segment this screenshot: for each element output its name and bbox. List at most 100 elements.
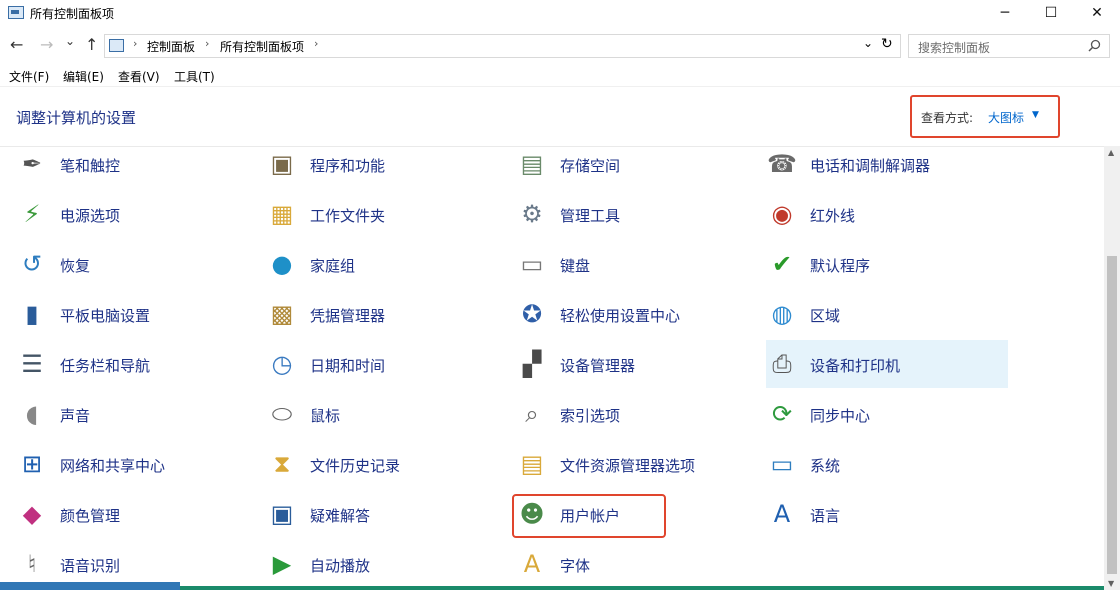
control-panel-item-label: 文件历史记录 bbox=[310, 457, 401, 475]
file-history-icon: ⧗ bbox=[273, 450, 291, 478]
control-panel-item[interactable]: ● 家庭组 bbox=[266, 240, 508, 288]
control-panel-item[interactable]: ▣ 疑难解答 bbox=[266, 490, 508, 538]
menu-bar: 文件(F) 编辑(E) 查看(V) 工具(T) bbox=[0, 64, 1120, 86]
up-arrow-icon[interactable]: ↑ bbox=[85, 35, 98, 54]
control-panel-item-label: 语音识别 bbox=[60, 557, 121, 575]
highlight-annotation bbox=[512, 494, 666, 538]
system-icon: ▭ bbox=[770, 450, 794, 478]
default-programs-icon: ✔ bbox=[771, 250, 793, 278]
scrollbar-thumb[interactable] bbox=[1107, 256, 1117, 574]
programs-icon: ▣ bbox=[270, 150, 294, 178]
control-panel-item[interactable]: ⌕ 索引选项 bbox=[516, 390, 758, 438]
control-panel-item[interactable]: ▞ 设备管理器 bbox=[516, 340, 758, 388]
control-panel-item[interactable]: ▣ 程序和功能 bbox=[266, 140, 508, 188]
control-panel-item-label: 任务栏和导航 bbox=[60, 357, 151, 375]
back-arrow-icon[interactable]: ← bbox=[10, 35, 23, 54]
control-panel-item[interactable]: ▶ 自动播放 bbox=[266, 540, 508, 588]
control-panel-item[interactable]: A 字体 bbox=[516, 540, 758, 588]
control-panel-item[interactable]: ✒ 笔和触控 bbox=[16, 140, 258, 188]
breadcrumb-separator[interactable]: › bbox=[314, 37, 318, 50]
homegroup-icon: ● bbox=[271, 250, 293, 278]
control-panel-item[interactable]: A 语言 bbox=[766, 490, 1008, 538]
view-by-selector: 查看方式: 大图标 ▼ bbox=[910, 95, 1060, 138]
pen-icon: ✒ bbox=[21, 150, 43, 178]
control-panel-item[interactable]: ◖ 声音 bbox=[16, 390, 258, 438]
credential-icon: ▩ bbox=[270, 300, 294, 328]
control-panel-item[interactable]: ⟳ 同步中心 bbox=[766, 390, 1008, 438]
troubleshoot-icon: ▣ bbox=[270, 500, 294, 528]
power-icon: ⚡ bbox=[23, 200, 41, 228]
recovery-icon: ↺ bbox=[21, 250, 43, 278]
infrared-icon: ◉ bbox=[771, 200, 793, 228]
control-panel-item[interactable]: ▭ 系统 bbox=[766, 440, 1008, 488]
mouse-icon: ⬭ bbox=[271, 400, 293, 428]
control-panel-item[interactable]: ✔ 默认程序 bbox=[766, 240, 1008, 288]
vertical-scrollbar[interactable]: ▲ ▼ bbox=[1104, 146, 1120, 590]
control-panel-item[interactable]: ⧗ 文件历史记录 bbox=[266, 440, 508, 488]
control-panel-item[interactable]: ◍ 区域 bbox=[766, 290, 1008, 338]
control-panel-item[interactable]: ⚙ 管理工具 bbox=[516, 190, 758, 238]
work-folders-icon: ▦ bbox=[270, 200, 294, 228]
control-panel-item[interactable]: ◷ 日期和时间 bbox=[266, 340, 508, 388]
scroll-down-icon[interactable]: ▼ bbox=[1108, 579, 1114, 588]
control-panel-item-label: 家庭组 bbox=[310, 257, 356, 275]
breadcrumb-separator[interactable]: › bbox=[205, 37, 209, 50]
control-panel-item[interactable]: ▦ 工作文件夹 bbox=[266, 190, 508, 238]
color-icon: ◆ bbox=[22, 500, 42, 528]
control-panel-item[interactable]: ◉ 红外线 bbox=[766, 190, 1008, 238]
dropdown-caret-icon[interactable]: ▼ bbox=[1032, 110, 1039, 120]
control-panel-item[interactable]: ✪ 轻松使用设置中心 bbox=[516, 290, 758, 338]
scroll-up-icon[interactable]: ▲ bbox=[1108, 148, 1114, 157]
menu-view[interactable]: 查看(V) bbox=[118, 68, 160, 85]
control-panel-item[interactable]: ☰ 任务栏和导航 bbox=[16, 340, 258, 388]
refresh-icon[interactable]: ↻ bbox=[881, 36, 893, 52]
recent-locations-icon[interactable]: ⌄ bbox=[65, 34, 75, 48]
control-panel-item-label: 网络和共享中心 bbox=[60, 457, 166, 475]
language-icon: A bbox=[773, 500, 791, 528]
control-panel-item[interactable]: ⎙ 设备和打印机 bbox=[766, 340, 1008, 388]
watermark-bar bbox=[0, 582, 180, 590]
control-panel-item-label: 同步中心 bbox=[810, 407, 871, 425]
control-panel-item[interactable]: ↺ 恢复 bbox=[16, 240, 258, 288]
sync-icon: ⟳ bbox=[771, 400, 793, 428]
keyboard-icon: ▭ bbox=[520, 250, 544, 278]
control-panel-item[interactable]: ◆ 颜色管理 bbox=[16, 490, 258, 538]
address-dropdown-icon[interactable]: ⌄ bbox=[863, 36, 873, 50]
control-panel-item[interactable]: ☎ 电话和调制解调器 bbox=[766, 140, 1008, 188]
address-bar[interactable]: › 控制面板 › 所有控制面板项 › ⌄ ↻ bbox=[104, 34, 901, 58]
view-by-dropdown[interactable]: 大图标 bbox=[988, 109, 1024, 126]
control-panel-item-label: 凭据管理器 bbox=[310, 307, 386, 325]
breadcrumb-control-panel[interactable]: 控制面板 bbox=[147, 38, 195, 55]
forward-arrow-icon[interactable]: → bbox=[40, 35, 53, 54]
control-panel-item-label: 声音 bbox=[60, 407, 91, 425]
minimize-button[interactable]: ─ bbox=[982, 0, 1028, 26]
control-panel-item[interactable]: ⬭ 鼠标 bbox=[266, 390, 508, 438]
printer-icon: ⎙ bbox=[772, 350, 792, 378]
page-title: 调整计算机的设置 bbox=[16, 109, 137, 127]
control-panel-item[interactable]: ♮ 语音识别 bbox=[16, 540, 258, 588]
control-panel-item[interactable]: ▤ 存储空间 bbox=[516, 140, 758, 188]
breadcrumb-all-items[interactable]: 所有控制面板项 bbox=[220, 38, 304, 55]
control-panel-item[interactable]: ⊞ 网络和共享中心 bbox=[16, 440, 258, 488]
control-panel-item[interactable]: ▩ 凭据管理器 bbox=[266, 290, 508, 338]
close-button[interactable]: ✕ bbox=[1074, 0, 1120, 26]
control-panel-item[interactable]: ⚡ 电源选项 bbox=[16, 190, 258, 238]
search-icon[interactable] bbox=[1088, 39, 1101, 52]
bottom-strip bbox=[180, 586, 1104, 590]
control-panel-item[interactable]: ▮ 平板电脑设置 bbox=[16, 290, 258, 338]
divider bbox=[0, 86, 1120, 87]
control-panel-item-label: 疑难解答 bbox=[310, 507, 371, 525]
maximize-button[interactable]: ☐ bbox=[1028, 0, 1074, 26]
menu-tools[interactable]: 工具(T) bbox=[174, 68, 215, 85]
control-panel-item[interactable]: ▭ 键盘 bbox=[516, 240, 758, 288]
taskbar-icon: ☰ bbox=[21, 350, 43, 378]
menu-file[interactable]: 文件(F) bbox=[9, 68, 49, 85]
control-panel-item[interactable]: ▤ 文件资源管理器选项 bbox=[516, 440, 758, 488]
menu-edit[interactable]: 编辑(E) bbox=[63, 68, 104, 85]
breadcrumb-separator[interactable]: › bbox=[133, 37, 137, 50]
control-panel-item-label: 字体 bbox=[560, 557, 591, 575]
search-input[interactable]: 搜索控制面板 bbox=[908, 34, 1110, 58]
control-panel-item-label: 电源选项 bbox=[60, 207, 121, 225]
control-panel-item-label: 键盘 bbox=[560, 257, 591, 275]
indexing-icon: ⌕ bbox=[525, 400, 539, 428]
